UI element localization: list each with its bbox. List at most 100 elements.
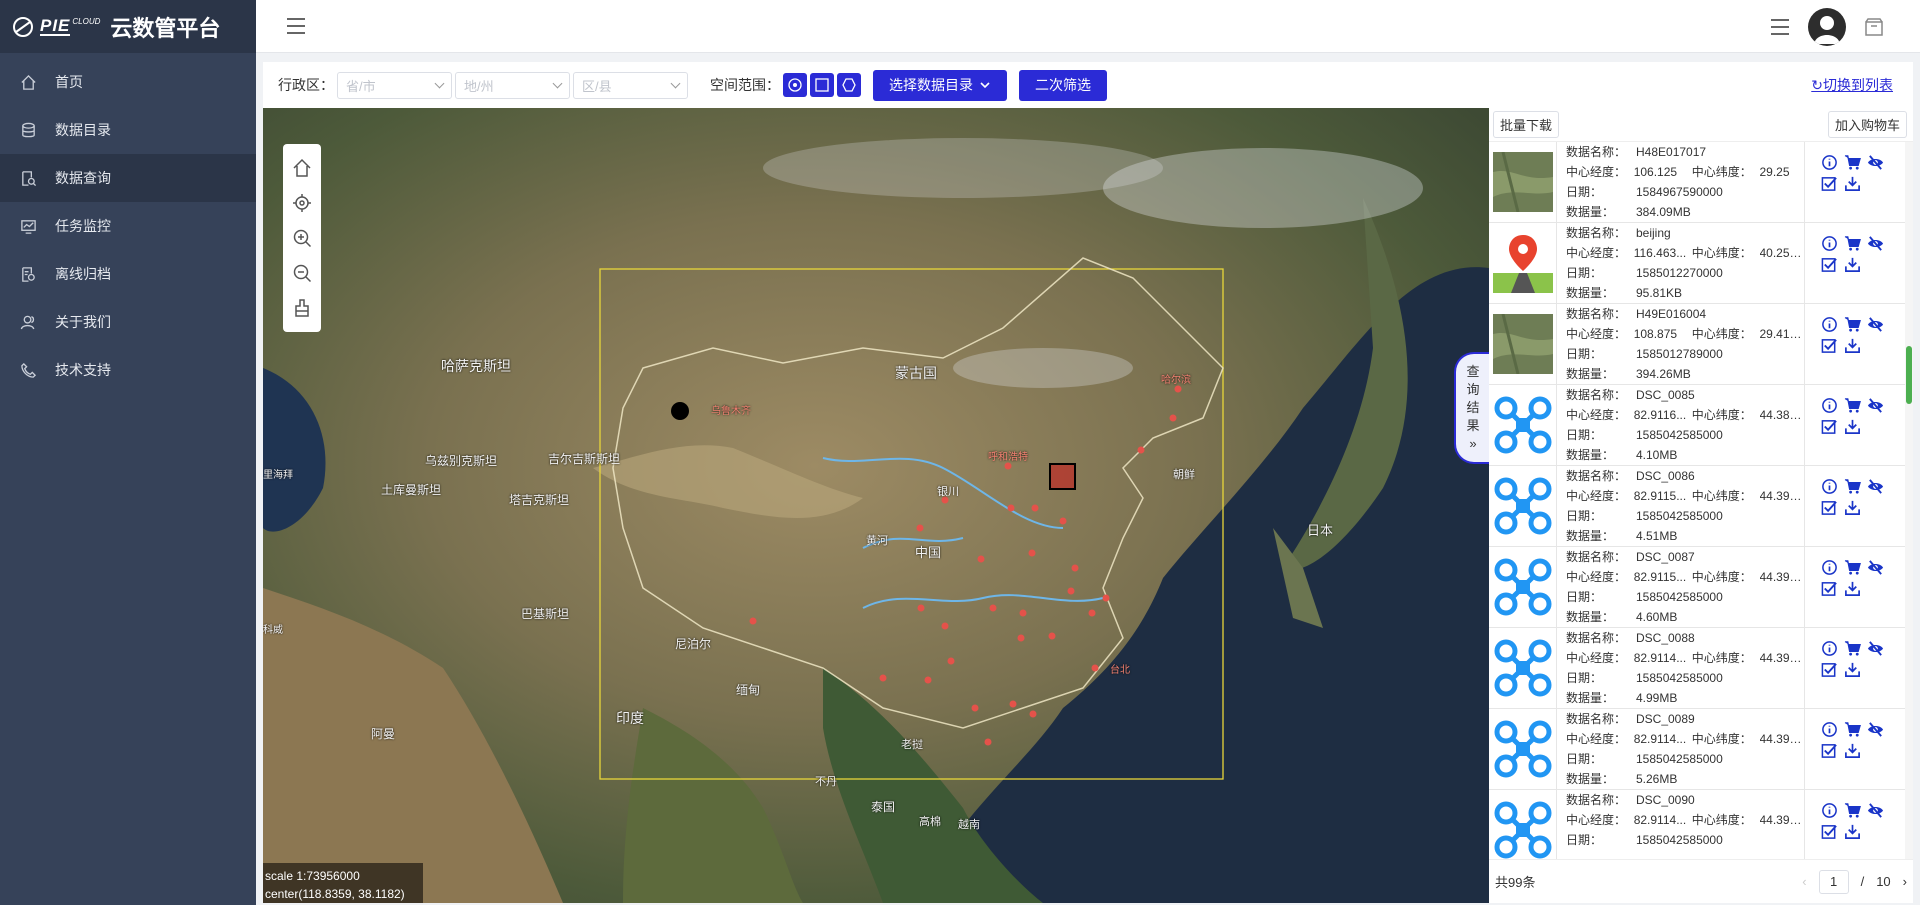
download-icon[interactable]: [1844, 175, 1861, 192]
hide-eye-icon[interactable]: [1867, 397, 1884, 414]
batch-download-button[interactable]: 批量下载: [1493, 111, 1560, 138]
city-select[interactable]: 地/州: [455, 71, 570, 99]
scrollbar[interactable]: [1905, 142, 1913, 859]
download-icon[interactable]: [1844, 823, 1861, 840]
prev-page-icon[interactable]: ‹: [1802, 874, 1806, 889]
list-item[interactable]: 数据名称： DSC_0089 中心经度： 82.9114... 中心纬度： 44.391.…: [1489, 709, 1913, 790]
list-item[interactable]: 数据名称： DSC_0085 中心经度： 82.9116... 中心纬度： 44.389.…: [1489, 385, 1913, 466]
county-select[interactable]: 区/县: [573, 71, 688, 99]
cart-icon[interactable]: [1844, 154, 1861, 171]
cart-icon[interactable]: [1844, 640, 1861, 657]
list-item[interactable]: 数据名称： DSC_0088 中心经度： 82.9114... 中心纬度： 44.391.…: [1489, 628, 1913, 709]
hide-eye-icon[interactable]: [1867, 478, 1884, 495]
list-item[interactable]: 数据名称： beijing 中心经度： 116.463... 中心纬度： 40.251..…: [1489, 223, 1913, 304]
list-menu-icon[interactable]: [1770, 18, 1790, 36]
thumbnail[interactable]: [1489, 385, 1557, 465]
home-icon[interactable]: [292, 158, 312, 178]
sidebar-item-home[interactable]: 首页: [0, 58, 256, 106]
info-icon[interactable]: [1821, 802, 1838, 819]
checkbox-icon[interactable]: [1821, 256, 1838, 273]
switch-list-link[interactable]: ↻切换到列表: [1811, 75, 1893, 95]
cart-icon[interactable]: [1844, 721, 1861, 738]
hide-eye-icon[interactable]: [1867, 802, 1884, 819]
cart-icon[interactable]: [1844, 478, 1861, 495]
download-icon[interactable]: [1844, 418, 1861, 435]
clear-brush-icon[interactable]: [292, 298, 312, 318]
thumbnail[interactable]: [1489, 790, 1557, 859]
avatar[interactable]: [1808, 8, 1846, 46]
info-icon[interactable]: [1821, 154, 1838, 171]
circle-range-button[interactable]: [783, 73, 807, 97]
cart-icon[interactable]: [1844, 316, 1861, 333]
field-label: 中心纬度：: [1691, 651, 1752, 665]
thumbnail[interactable]: [1489, 628, 1557, 708]
sidebar-item-catalog[interactable]: 数据目录: [0, 106, 256, 154]
hide-eye-icon[interactable]: [1867, 235, 1884, 252]
hide-eye-icon[interactable]: [1867, 559, 1884, 576]
download-icon[interactable]: [1844, 661, 1861, 678]
thumbnail[interactable]: [1489, 466, 1557, 546]
box-icon[interactable]: [1864, 17, 1884, 37]
zoom-in-icon[interactable]: [292, 228, 312, 248]
list-item[interactable]: 数据名称： H48E017017 中心经度： 106.125 中心纬度： 29.25 日期：…: [1489, 142, 1913, 223]
sidebar-item-about[interactable]: 关于我们: [0, 298, 256, 346]
polygon-range-button[interactable]: [837, 73, 861, 97]
download-icon[interactable]: [1844, 580, 1861, 597]
second-filter-button[interactable]: 二次筛选: [1019, 69, 1107, 101]
download-icon[interactable]: [1844, 742, 1861, 759]
checkbox-icon[interactable]: [1821, 661, 1838, 678]
info-icon[interactable]: [1821, 478, 1838, 495]
thumbnail[interactable]: [1489, 709, 1557, 789]
menu-toggle-icon[interactable]: [286, 17, 306, 35]
cart-icon[interactable]: [1844, 397, 1861, 414]
download-icon[interactable]: [1844, 499, 1861, 516]
scrollbar-thumb[interactable]: [1906, 346, 1912, 404]
locate-icon[interactable]: [292, 193, 312, 213]
field-label: 中心经度：: [1566, 165, 1627, 179]
province-select[interactable]: 省/市: [337, 71, 452, 99]
info-icon[interactable]: [1821, 559, 1838, 576]
sidebar-item-archive[interactable]: 离线归档: [0, 250, 256, 298]
info-icon[interactable]: [1821, 397, 1838, 414]
page-input[interactable]: 1: [1818, 869, 1849, 894]
download-icon[interactable]: [1844, 337, 1861, 354]
list-item[interactable]: 数据名称： DSC_0090 中心经度： 82.9114... 中心纬度： 44.392.…: [1489, 790, 1913, 859]
hide-eye-icon[interactable]: [1867, 316, 1884, 333]
field-label: 中心纬度：: [1691, 408, 1752, 422]
list-item[interactable]: 数据名称： DSC_0086 中心经度： 82.9115... 中心纬度： 44.390.…: [1489, 466, 1913, 547]
list-item[interactable]: 数据名称： H49E016004 中心经度： 108.875 中心纬度： 29.416..…: [1489, 304, 1913, 385]
cart-icon[interactable]: [1844, 559, 1861, 576]
sidebar-item-support[interactable]: 技术支持: [0, 346, 256, 394]
info-icon[interactable]: [1821, 316, 1838, 333]
checkbox-icon[interactable]: [1821, 418, 1838, 435]
info-icon[interactable]: [1821, 235, 1838, 252]
select-catalog-button[interactable]: 选择数据目录: [873, 69, 1007, 101]
zoom-out-icon[interactable]: [292, 263, 312, 283]
download-icon[interactable]: [1844, 256, 1861, 273]
thumbnail[interactable]: [1489, 142, 1557, 222]
hide-eye-icon[interactable]: [1867, 154, 1884, 171]
checkbox-icon[interactable]: [1821, 337, 1838, 354]
checkbox-icon[interactable]: [1821, 742, 1838, 759]
rect-range-button[interactable]: [810, 73, 834, 97]
checkbox-icon[interactable]: [1821, 499, 1838, 516]
hide-eye-icon[interactable]: [1867, 640, 1884, 657]
thumbnail[interactable]: [1489, 547, 1557, 627]
checkbox-icon[interactable]: [1821, 175, 1838, 192]
hide-eye-icon[interactable]: [1867, 721, 1884, 738]
sidebar-item-monitor[interactable]: 任务监控: [0, 202, 256, 250]
checkbox-icon[interactable]: [1821, 580, 1838, 597]
next-page-icon[interactable]: ›: [1903, 874, 1907, 889]
info-icon[interactable]: [1821, 640, 1838, 657]
thumbnail[interactable]: [1489, 304, 1557, 384]
result-panel-tab[interactable]: 查 询 结 果 »: [1454, 352, 1490, 464]
sidebar-item-query[interactable]: 数据查询: [0, 154, 256, 202]
cart-icon[interactable]: [1844, 802, 1861, 819]
list-item[interactable]: 数据名称： DSC_0087 中心经度： 82.9115... 中心纬度： 44.390.…: [1489, 547, 1913, 628]
cart-icon[interactable]: [1844, 235, 1861, 252]
add-cart-button[interactable]: 加入购物车: [1827, 111, 1907, 138]
map-view[interactable]: 哈萨克斯坦 蒙古国 乌兹别克斯坦 吉尔吉斯斯坦 土库曼斯坦 塔吉克斯坦 巴基斯坦…: [263, 108, 1489, 903]
thumbnail[interactable]: [1489, 223, 1557, 303]
info-icon[interactable]: [1821, 721, 1838, 738]
checkbox-icon[interactable]: [1821, 823, 1838, 840]
